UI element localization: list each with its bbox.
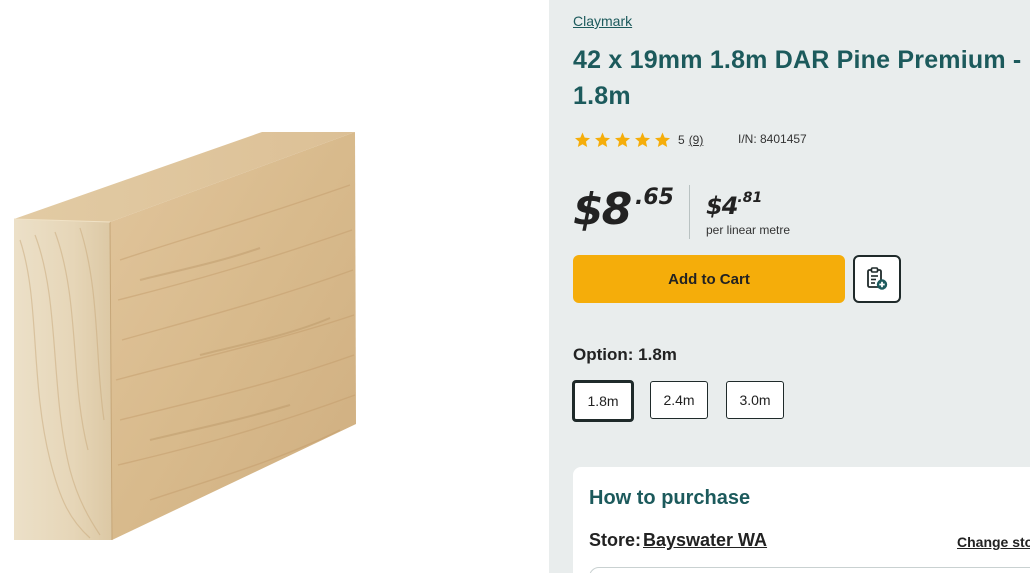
how-to-purchase-card: How to purchase Store: Bayswater WA Chan… bbox=[573, 467, 1030, 573]
price: $8 .65 bbox=[573, 180, 674, 240]
option-1-8m-button[interactable]: 1.8m bbox=[572, 380, 634, 422]
product-info-panel: Claymark 42 x 19mm 1.8m DAR Pine Premium… bbox=[549, 0, 1030, 573]
option-3-0m-button[interactable]: 3.0m bbox=[726, 381, 784, 419]
unit-price: $4.81 bbox=[706, 188, 762, 224]
product-image-panel bbox=[0, 0, 549, 573]
option-2-4m-button[interactable]: 2.4m bbox=[650, 381, 708, 419]
store-name-link[interactable]: Bayswater WA bbox=[643, 530, 767, 551]
rating-score: 5 bbox=[678, 133, 685, 147]
rating-stars bbox=[573, 131, 672, 149]
brand-link[interactable]: Claymark bbox=[573, 13, 632, 29]
store-label: Store: bbox=[589, 530, 642, 550]
delivery-option-box[interactable] bbox=[589, 567, 1030, 573]
pine-timber-plank-image[interactable] bbox=[0, 0, 549, 573]
unit-price-dollars: $4 bbox=[706, 192, 738, 220]
unit-price-cents: .81 bbox=[737, 190, 763, 206]
star-icon bbox=[575, 132, 590, 147]
option-heading: Option: 1.8m bbox=[573, 345, 677, 364]
rating-row[interactable]: 5 (9) bbox=[573, 131, 703, 149]
item-number: I/N: 8401457 bbox=[738, 132, 807, 146]
unit-price-label: per linear metre bbox=[706, 223, 791, 237]
star-icon bbox=[655, 132, 670, 147]
price-dollars: $8 bbox=[573, 184, 632, 235]
price-cents: .65 bbox=[635, 185, 674, 210]
star-icon bbox=[635, 132, 650, 147]
review-count-link[interactable]: (9) bbox=[689, 133, 704, 147]
add-to-list-icon bbox=[867, 267, 888, 290]
how-to-purchase-title: How to purchase bbox=[589, 487, 751, 509]
star-icon bbox=[595, 132, 610, 147]
option-selector: 1.8m 2.4m 3.0m bbox=[572, 380, 802, 422]
product-title: 42 x 19mm 1.8m DAR Pine Premium - 1.8m bbox=[573, 46, 1022, 110]
star-icon bbox=[615, 132, 630, 147]
add-to-cart-button[interactable]: Add to Cart bbox=[573, 255, 845, 303]
change-store-link[interactable]: Change sto bbox=[957, 534, 1030, 550]
price-divider bbox=[689, 185, 690, 239]
add-to-list-button[interactable] bbox=[853, 255, 901, 303]
